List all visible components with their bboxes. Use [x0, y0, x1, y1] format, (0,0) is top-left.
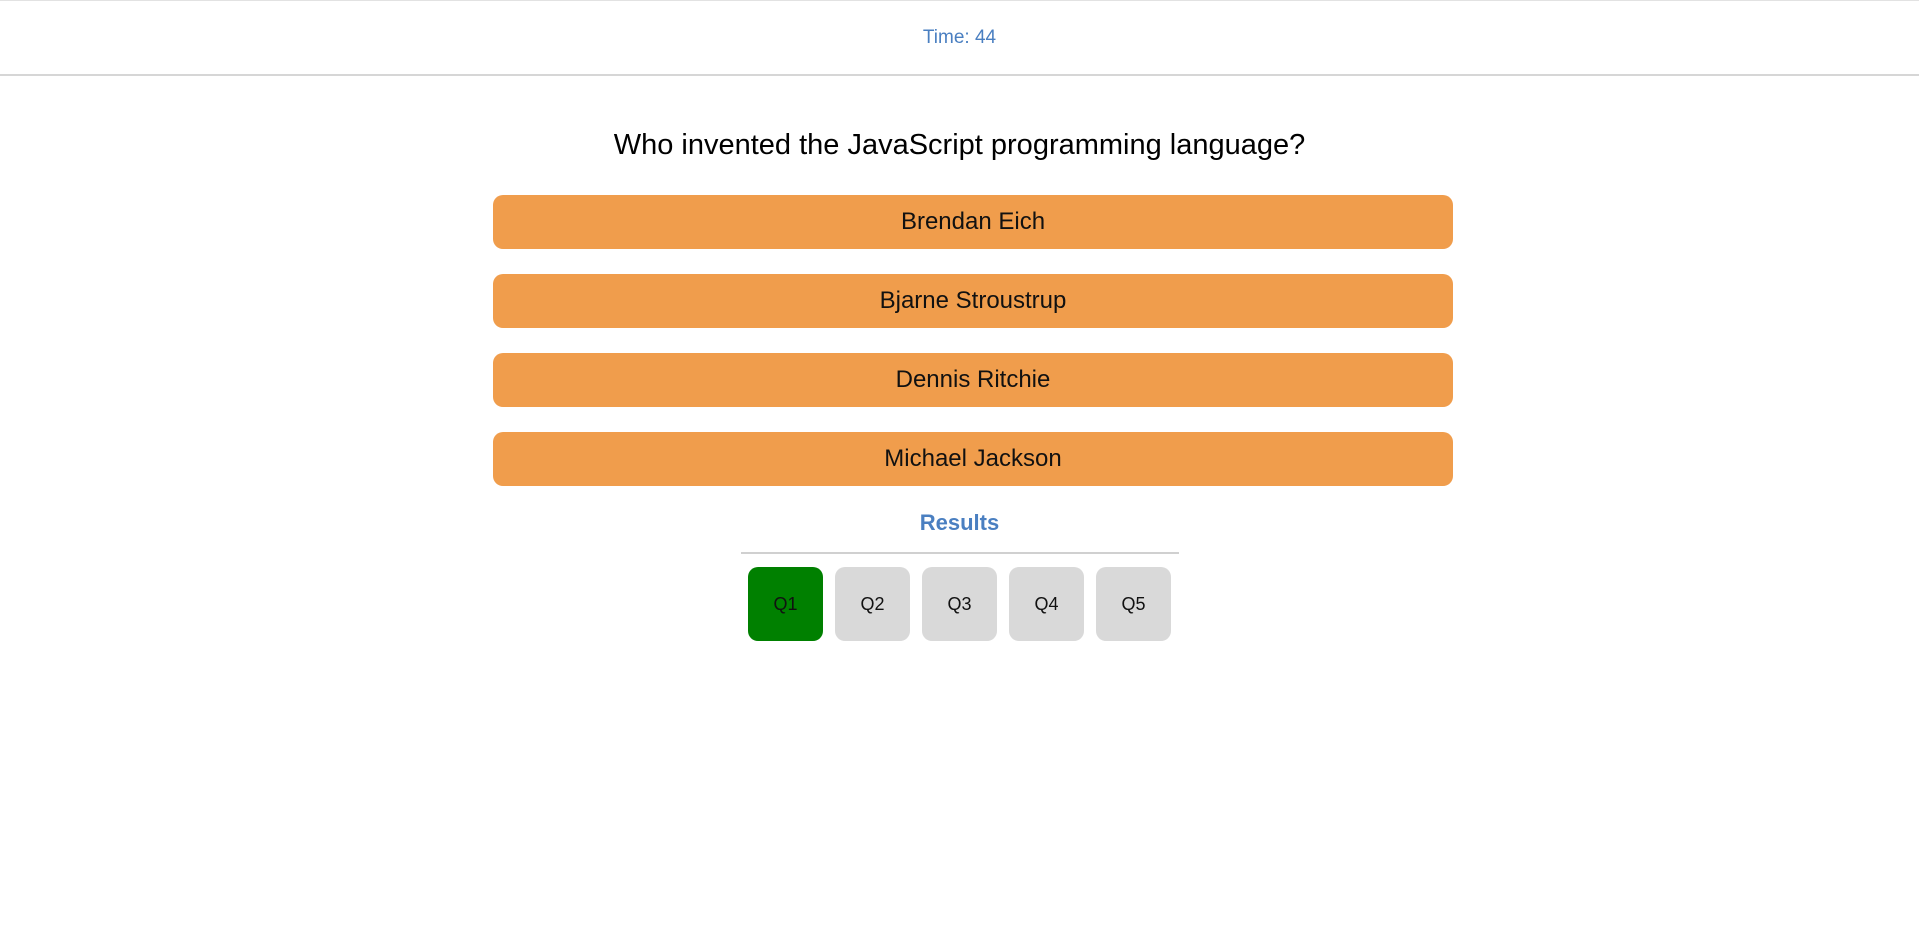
result-q4[interactable]: Q4 — [1009, 567, 1084, 641]
answer-button-3[interactable]: Dennis Ritchie — [493, 353, 1453, 407]
results-divider — [741, 552, 1179, 554]
question-text: Who invented the JavaScript programming … — [613, 129, 1306, 161]
result-q2[interactable]: Q2 — [835, 567, 910, 641]
results-title: Results — [919, 510, 1000, 535]
answer-button-4[interactable]: Michael Jackson — [493, 432, 1453, 486]
answer-button-1[interactable]: Brendan Eich — [493, 195, 1453, 249]
results-row: Q1 Q2 Q3 Q4 Q5 — [748, 567, 1171, 641]
answer-button-2[interactable]: Bjarne Stroustrup — [493, 274, 1453, 328]
timer: Time: 44 — [922, 26, 997, 48]
top-bar: Time: 44 — [0, 0, 1919, 76]
result-q5[interactable]: Q5 — [1096, 567, 1171, 641]
result-q1[interactable]: Q1 — [748, 567, 823, 641]
answer-list: Brendan Eich Bjarne Stroustrup Dennis Ri… — [493, 195, 1453, 511]
result-q3[interactable]: Q3 — [922, 567, 997, 641]
